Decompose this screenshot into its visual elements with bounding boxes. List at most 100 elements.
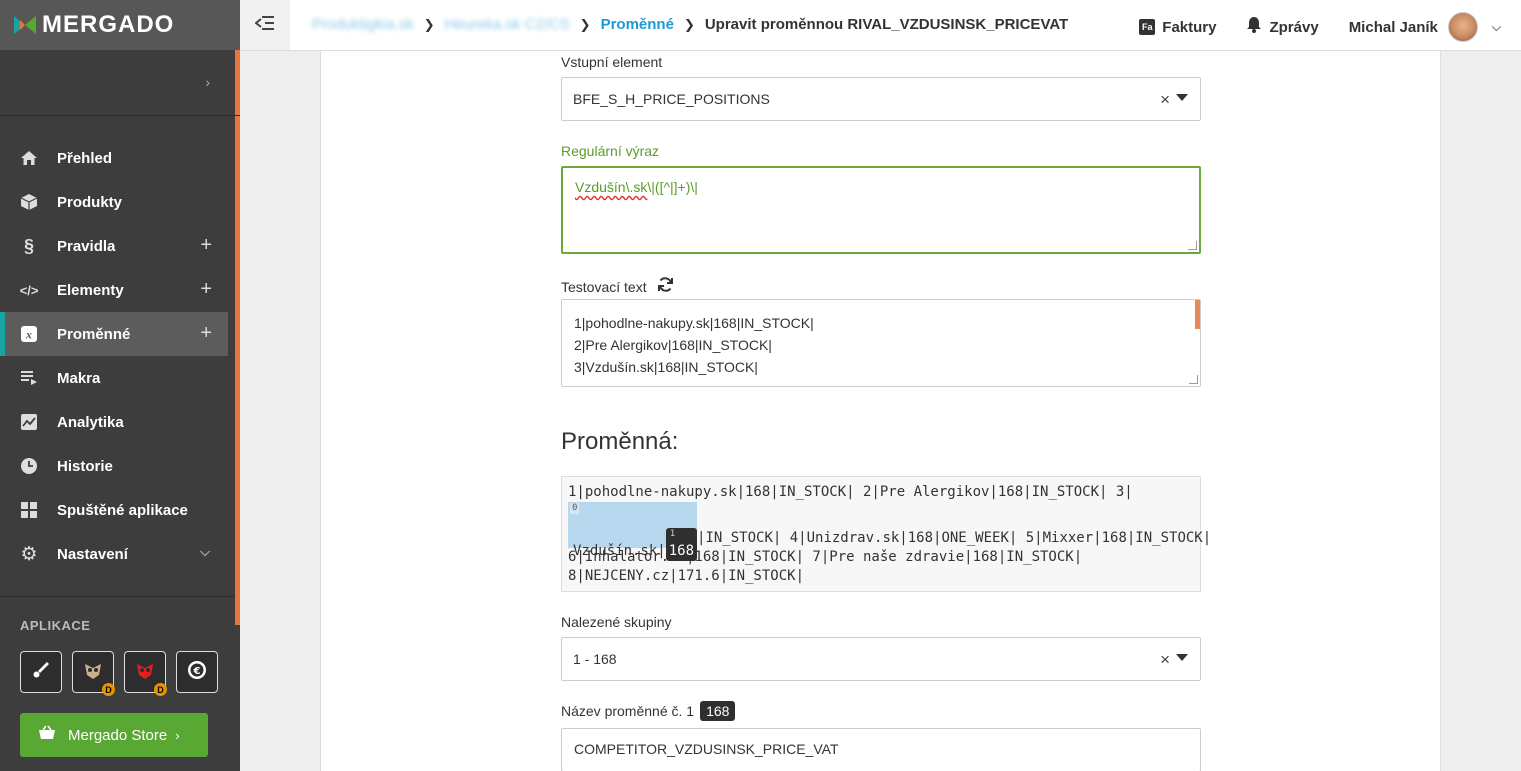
input-element-value: BFE_S_H_PRICE_POSITIONS	[573, 91, 770, 107]
test-text-textarea[interactable]: 1|pohodlne-nakupy.sk|168|IN_STOCK| 2|Pre…	[561, 299, 1201, 387]
chevron-right-icon: ›	[205, 74, 210, 90]
home-icon	[20, 149, 38, 167]
sidebar-item-pravidla[interactable]: § Pravidla +	[0, 224, 228, 268]
mergado-logo-icon	[14, 14, 36, 36]
sidebar-item-nastaveni[interactable]: ⚙ Nastavení ⌵	[0, 532, 228, 576]
mergado-store-button[interactable]: Mergado Store ›	[20, 713, 208, 757]
sidebar-item-makra[interactable]: Makra	[0, 356, 228, 400]
app-button-euro[interactable]: €	[176, 651, 218, 693]
sidebar-item-historie[interactable]: Historie	[0, 444, 228, 488]
caret-down-icon[interactable]	[1176, 654, 1188, 661]
breadcrumb-item-variables[interactable]: Proměnné	[601, 16, 674, 33]
test-line: 1|pohodlne-nakupy.sk|168|IN_STOCK|	[574, 315, 814, 331]
logo-bar[interactable]: MERGADO	[0, 0, 240, 50]
regex-label: Regulární výraz	[561, 143, 660, 159]
variable-name-value: COMPETITOR_VZDUSINSK_PRICE_VAT	[574, 741, 839, 757]
sidebar-item-promenne[interactable]: x Proměnné +	[0, 312, 228, 356]
user-menu[interactable]: Michal Janík ⌵	[1349, 12, 1501, 42]
expand-plus-icon[interactable]: +	[200, 322, 212, 345]
red-shield-icon	[134, 659, 156, 686]
refresh-icon[interactable]	[657, 276, 674, 298]
invoices-link[interactable]: Fa Faktury	[1139, 19, 1216, 36]
gear-icon: ⚙	[20, 543, 38, 565]
breadcrumb-item-project[interactable]: Heureka.sk CZ/CS	[445, 16, 570, 33]
sidebar-item-label: Pravidla	[57, 237, 116, 255]
group-value-badge: 168	[700, 701, 736, 721]
sidebar-item-analytika[interactable]: Analytika	[0, 400, 228, 444]
messages-label: Zprávy	[1269, 18, 1319, 36]
chevron-down-icon: ⌵	[1491, 19, 1501, 34]
sidebar-item-label: Proměnné	[57, 325, 131, 343]
chevron-right-icon: ›	[175, 727, 180, 743]
apps-list: D D €	[20, 651, 218, 696]
scrollbar-thumb[interactable]	[1195, 300, 1200, 329]
clock-icon	[20, 457, 38, 475]
sidebar-item-label: Spuštěné aplikace	[57, 501, 188, 519]
divider	[0, 596, 235, 597]
sidebar-item-label: Elementy	[57, 281, 124, 299]
sidebar-item-label: Přehled	[57, 149, 113, 167]
result-line: 8|NEJCENY.cz|171.6|IN_STOCK|	[568, 568, 805, 584]
sidebar-item-elementy[interactable]: </> Elementy +	[0, 268, 228, 312]
var-name-label: Název proměnné č. 1	[561, 703, 695, 719]
app-button-brush[interactable]	[20, 651, 62, 693]
box-icon	[20, 193, 38, 211]
chevron-right-icon: ❯	[579, 16, 591, 32]
apps-label: APLIKACE	[20, 618, 91, 633]
sidebar-item-label: Historie	[57, 457, 113, 475]
app-button-owl[interactable]: D	[72, 651, 115, 696]
messages-link[interactable]: Zprávy	[1246, 16, 1319, 38]
header-actions: Fa Faktury Zprávy Michal Janík ⌵	[1109, 12, 1501, 42]
sidebar-item-spustene-aplikace[interactable]: Spuštěné aplikace	[0, 488, 228, 532]
breadcrumb-current: Upravit proměnnou RIVAL_VZDUSINSK_PRICEV…	[704, 16, 1069, 33]
sidebar-item-label: Analytika	[57, 413, 124, 431]
sidebar-item-produkty[interactable]: Produkty	[0, 180, 228, 224]
resize-handle[interactable]	[1188, 241, 1197, 250]
breadcrumb-item-account[interactable]: Produktigkia.sk	[312, 16, 414, 33]
chevron-down-icon: ⌵	[200, 544, 210, 559]
group-value: 168	[668, 543, 695, 559]
app-button-shield[interactable]: D	[124, 651, 167, 696]
basket-icon	[38, 725, 56, 745]
svg-text:x: x	[25, 328, 32, 342]
expand-plus-icon[interactable]: +	[200, 278, 212, 301]
input-element-label: Vstupní element	[561, 54, 663, 70]
groups-label: Nalezené skupiny	[561, 614, 672, 630]
edit-variable-form: Vstupní element BFE_S_H_PRICE_POSITIONS …	[320, 51, 1441, 771]
match-index-badge: 0	[570, 503, 580, 514]
top-header: Produktigkia.sk ❯ Heureka.sk CZ/CS ❯ Pro…	[240, 0, 1521, 51]
sidebar-item-label: Nastavení	[57, 545, 128, 563]
expand-plus-icon[interactable]: +	[200, 234, 212, 257]
caret-down-icon[interactable]	[1176, 94, 1188, 101]
sidebar: MERGADO › Přehled Produkty § Pravidla + …	[0, 0, 240, 771]
playlist-icon	[20, 369, 38, 387]
sidebar-item-prehled[interactable]: Přehled	[0, 136, 228, 180]
section-icon: §	[23, 235, 34, 256]
collapse-menu-icon	[254, 15, 275, 36]
grid-icon	[20, 501, 38, 519]
test-text-label: Testovací text	[561, 279, 647, 295]
clear-icon[interactable]: ×	[1160, 650, 1170, 670]
project-selector[interactable]: ›	[0, 50, 240, 116]
regex-result-preview: 1|pohodlne-nakupy.sk|168|IN_STOCK| 2|Pre…	[561, 476, 1211, 592]
var-name-label-row: Název proměnné č. 1 168	[561, 701, 736, 721]
test-line: 2|Pre Alergikov|168|IN_STOCK|	[574, 337, 772, 353]
breadcrumb: Produktigkia.sk ❯ Heureka.sk CZ/CS ❯ Pro…	[312, 16, 1068, 33]
chevron-right-icon: ❯	[423, 16, 435, 32]
chart-icon	[20, 413, 38, 431]
owl-icon	[82, 659, 104, 686]
chevron-right-icon: ❯	[683, 16, 695, 32]
resize-handle[interactable]	[1189, 375, 1198, 384]
sidebar-item-label: Makra	[57, 369, 101, 387]
dev-badge: D	[102, 683, 115, 696]
bell-icon	[1246, 16, 1262, 38]
groups-select[interactable]: 1 - 168 ×	[561, 637, 1201, 681]
groups-value: 1 - 168	[573, 651, 617, 667]
regex-text-part: \|([^|]+)\|	[647, 179, 698, 195]
clear-icon[interactable]: ×	[1160, 90, 1170, 110]
variable-name-input[interactable]: COMPETITOR_VZDUSINSK_PRICE_VAT	[561, 728, 1201, 771]
collapse-sidebar-button[interactable]	[240, 0, 290, 50]
input-element-select[interactable]: BFE_S_H_PRICE_POSITIONS ×	[561, 77, 1201, 121]
section-title: Proměnná:	[561, 428, 679, 455]
regex-textarea[interactable]: Vzdušín\.sk\|([^|]+)\|	[561, 166, 1201, 254]
